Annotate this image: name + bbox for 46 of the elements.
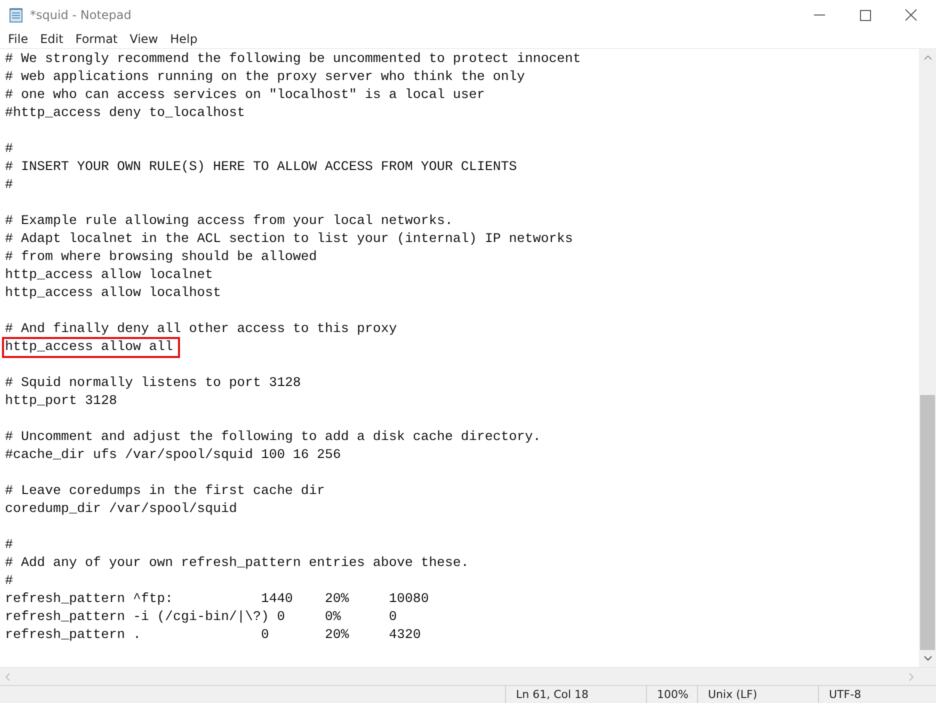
- code-line: # Adapt localnet in the ACL section to list your (internal) IP networks: [5, 232, 573, 247]
- code-line: refresh_pattern ^ftp: 1440 20% 10080: [5, 592, 429, 607]
- code-line: refresh_pattern -i (/cgi-bin/|\?) 0 0% 0: [5, 610, 397, 625]
- menu-item[interactable]: View: [124, 32, 164, 46]
- code-line: #: [5, 178, 13, 193]
- menu-item[interactable]: Edit: [34, 32, 70, 46]
- menu-item[interactable]: Format: [69, 32, 124, 46]
- code-line: #cache_dir ufs /var/spool/squid 100 16 256: [5, 448, 341, 463]
- scroll-right-icon[interactable]: [909, 672, 914, 680]
- menu-item[interactable]: File: [2, 32, 34, 46]
- code-line: # from where browsing should be allowed: [5, 250, 317, 265]
- code-line: # INSERT YOUR OWN RULE(S) HERE TO ALLOW ACCESS FROM YOUR CLIENTS: [5, 160, 517, 175]
- close-icon[interactable]: [905, 9, 917, 21]
- code-line: # And finally deny all other access to this proxy: [5, 322, 397, 337]
- code-line: http_access allow localnet: [5, 268, 213, 283]
- code-line: #: [5, 142, 13, 157]
- window-title: *squid - Notepad: [30, 8, 132, 22]
- code-line: # We strongly recommend the following be uncommented to protect innocent: [5, 52, 581, 67]
- vertical-scrollbar[interactable]: [919, 49, 936, 667]
- status-line-ending: Unix (LF): [697, 686, 818, 703]
- status-encoding: UTF-8: [818, 686, 936, 703]
- maximize-icon[interactable]: [860, 10, 871, 20]
- scroll-thumb[interactable]: [920, 395, 935, 650]
- code-line: #: [5, 574, 13, 589]
- code-line: # Leave coredumps in the first cache dir: [5, 484, 325, 499]
- code-line: coredump_dir /var/spool/squid: [5, 502, 237, 517]
- code-line: # Uncomment and adjust the following to add a disk cache directory.: [5, 430, 541, 445]
- code-line: http_port 3128: [5, 394, 117, 409]
- scroll-left-icon[interactable]: [5, 672, 10, 680]
- code-line: #: [5, 538, 13, 553]
- code-line: http_access allow localhost: [5, 286, 221, 301]
- code-line: #http_access deny to_localhost: [5, 106, 245, 121]
- code-line: refresh_pattern . 0 20% 4320: [5, 628, 421, 643]
- status-position: Ln 61, Col 18: [505, 686, 646, 703]
- scroll-up-icon[interactable]: [924, 55, 932, 60]
- code-line: # one who can access services on "localhost" is a local user: [5, 88, 485, 103]
- code-line: # Add any of your own refresh_pattern entries above these.: [5, 556, 469, 571]
- menu-item[interactable]: Help: [164, 32, 204, 46]
- notepad-icon: [8, 7, 24, 23]
- code-line: http_access allow all: [5, 340, 177, 355]
- scroll-down-icon[interactable]: [924, 656, 932, 661]
- status-zoom: 100%: [646, 686, 697, 703]
- code-line: # Example rule allowing access from your local networks.: [5, 214, 453, 229]
- code-line: # Squid normally listens to port 3128: [5, 376, 301, 391]
- code-line: # web applications running on the proxy server who think the only: [5, 70, 525, 85]
- horizontal-scrollbar[interactable]: [0, 667, 936, 685]
